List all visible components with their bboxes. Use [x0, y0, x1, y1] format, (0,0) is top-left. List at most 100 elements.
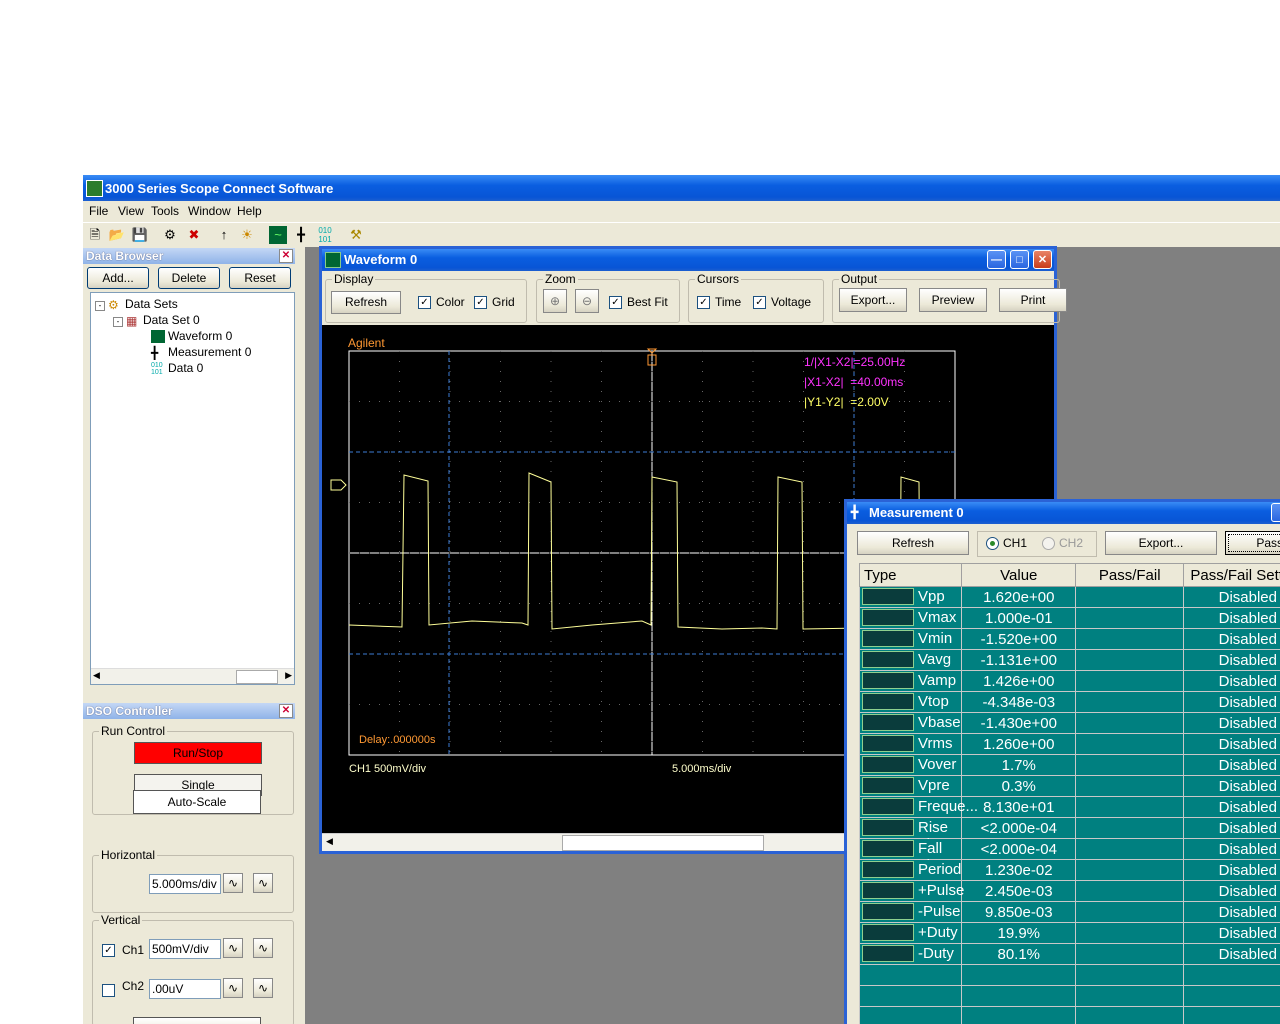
table-row[interactable]: Vtop -4.348e-03 Disabled: [858, 691, 1280, 713]
zoom-out-icon[interactable]: ⊖: [575, 289, 599, 313]
table-row[interactable]: Vavg -1.131e+00 Disabled: [858, 649, 1280, 671]
type-cell[interactable]: +Duty: [858, 922, 963, 944]
value-cell[interactable]: -4.348e-03: [961, 691, 1077, 713]
cut-off-button[interactable]: [133, 1017, 261, 1024]
new-file-icon[interactable]: 🗎: [86, 226, 104, 244]
ch1-wave-small-icon[interactable]: ∿: [223, 938, 243, 958]
ch2-wave-small-icon[interactable]: ∿: [223, 978, 243, 998]
disconnect-icon[interactable]: ✖: [185, 226, 203, 244]
setting-cell[interactable]: Disabled: [1183, 712, 1280, 734]
measurement-icon[interactable]: ╋: [292, 226, 310, 244]
color-checkbox[interactable]: ✓: [418, 296, 431, 309]
ch1-wave-large-icon[interactable]: ∿: [253, 938, 273, 958]
tree-data[interactable]: 010 101 Data 0: [151, 361, 203, 376]
type-cell[interactable]: Rise Time: [858, 817, 963, 853]
delete-button[interactable]: Delete: [158, 267, 220, 289]
run-stop-button[interactable]: Run/Stop: [134, 742, 262, 764]
best-fit-checkbox[interactable]: ✓: [609, 296, 622, 309]
table-row[interactable]: Fall Time<2.000e-04 Disabled: [858, 838, 1280, 874]
table-row[interactable]: Period 1.230e-02 Disabled: [858, 859, 1280, 881]
value-cell[interactable]: -1.520e+00: [961, 628, 1077, 650]
pass-fail-cell[interactable]: [1075, 754, 1185, 776]
type-cell[interactable]: -Duty: [858, 943, 963, 965]
ch2-scale-input[interactable]: .00uV: [149, 979, 221, 999]
table-row[interactable]: -Pulse ...9.850e-03 Disabled: [858, 901, 1280, 937]
menu-file[interactable]: File: [89, 204, 108, 218]
scroll-thumb[interactable]: [562, 835, 764, 851]
waveform-refresh-button[interactable]: Refresh: [331, 291, 401, 314]
pass-fail-cell[interactable]: [1075, 733, 1185, 755]
type-cell[interactable]: +Pulse ...: [858, 880, 964, 916]
type-cell[interactable]: Vbase: [858, 712, 963, 734]
value-cell[interactable]: 1.620e+00: [961, 586, 1077, 608]
col-value[interactable]: Value: [961, 563, 1077, 587]
wave-small-icon[interactable]: ∿: [223, 873, 243, 893]
pass-fail-cell[interactable]: [1075, 838, 1185, 860]
scroll-thumb[interactable]: [236, 670, 278, 684]
pass-fail-cell[interactable]: [1075, 628, 1185, 650]
controller-icon[interactable]: ↑: [215, 226, 233, 244]
scroll-left-icon[interactable]: ◀: [93, 670, 100, 681]
col-type[interactable]: Type: [858, 563, 963, 587]
print-button[interactable]: Print: [999, 288, 1067, 312]
pass-fail-cell[interactable]: [1075, 691, 1185, 713]
setting-cell[interactable]: Disabled: [1183, 796, 1280, 818]
table-row[interactable]: Vpp 1.620e+00 Disabled: [858, 586, 1280, 608]
table-row[interactable]: -Duty 80.1% Disabled: [858, 943, 1280, 965]
table-row[interactable]: +Duty 19.9% Disabled: [858, 922, 1280, 944]
data-icon[interactable]: 010 101: [316, 226, 334, 244]
type-cell[interactable]: Vpp: [858, 586, 963, 608]
pass-fail-cell[interactable]: [1075, 880, 1185, 902]
minimize-icon[interactable]: [1271, 503, 1280, 522]
value-cell[interactable]: 19.9%: [961, 922, 1077, 944]
type-cell[interactable]: Vtop: [858, 691, 963, 713]
measurement-refresh-button[interactable]: Refresh: [857, 531, 969, 555]
value-cell[interactable]: 9.850e-03: [961, 901, 1077, 923]
value-cell[interactable]: 1.426e+00: [961, 670, 1077, 692]
save-icon[interactable]: 💾: [131, 226, 149, 244]
setting-cell[interactable]: Disabled: [1183, 901, 1280, 923]
setting-cell[interactable]: Disabled: [1183, 943, 1280, 965]
table-row[interactable]: Rise Time<2.000e-04 Disabled: [858, 817, 1280, 853]
tree-root[interactable]: - ⚙ Data Sets: [95, 297, 178, 312]
col-pass-fail-settings[interactable]: Pass/Fail Sett: [1183, 563, 1280, 587]
ch2-checkbox[interactable]: [102, 984, 115, 997]
type-cell[interactable]: Period: [858, 859, 963, 881]
menu-help[interactable]: Help: [237, 204, 262, 218]
setting-cell[interactable]: Disabled: [1183, 586, 1280, 608]
open-folder-icon[interactable]: 📂: [108, 226, 126, 244]
type-cell[interactable]: Fall Time: [858, 838, 963, 874]
voltage-checkbox[interactable]: ✓: [753, 296, 766, 309]
type-cell[interactable]: Vmin: [858, 628, 963, 650]
tools-icon[interactable]: ⚒: [347, 226, 365, 244]
collapse-icon[interactable]: -: [113, 317, 123, 327]
table-row[interactable]: Vover 1.7% Disabled: [858, 754, 1280, 776]
horizontal-scale-input[interactable]: 5.000ms/div: [149, 874, 221, 894]
preview-button[interactable]: Preview: [919, 288, 987, 312]
wave-large-icon[interactable]: ∿: [253, 873, 273, 893]
grid-checkbox[interactable]: ✓: [474, 296, 487, 309]
value-cell[interactable]: 0.3%: [961, 775, 1077, 797]
value-cell[interactable]: <2.000e-04: [961, 838, 1077, 860]
time-checkbox[interactable]: ✓: [697, 296, 710, 309]
table-row[interactable]: Vbase -1.430e+00 Disabled: [858, 712, 1280, 734]
pass-fail-cell[interactable]: [1075, 922, 1185, 944]
value-cell[interactable]: 1.230e-02: [961, 859, 1077, 881]
setting-cell[interactable]: Disabled: [1183, 775, 1280, 797]
type-cell[interactable]: Vrms: [858, 733, 963, 755]
add-button[interactable]: Add...: [87, 267, 149, 289]
value-cell[interactable]: 1.000e-01: [961, 607, 1077, 629]
pass-fail-cell[interactable]: [1075, 817, 1185, 839]
table-row[interactable]: Vpre 0.3% Disabled: [858, 775, 1280, 797]
settings-icon[interactable]: ☀: [238, 226, 256, 244]
waveform-export-button[interactable]: Export...: [839, 288, 907, 312]
setting-cell[interactable]: Disabled: [1183, 922, 1280, 944]
setting-cell[interactable]: Disabled: [1183, 880, 1280, 902]
pass-fail-cell[interactable]: [1075, 649, 1185, 671]
ch1-scale-input[interactable]: 500mV/div: [149, 939, 221, 959]
value-cell[interactable]: 1.7%: [961, 754, 1077, 776]
type-cell[interactable]: Vover: [858, 754, 963, 776]
scroll-right-icon[interactable]: ▶: [285, 670, 292, 681]
ch2-wave-large-icon[interactable]: ∿: [253, 978, 273, 998]
reset-button[interactable]: Reset: [229, 267, 291, 289]
